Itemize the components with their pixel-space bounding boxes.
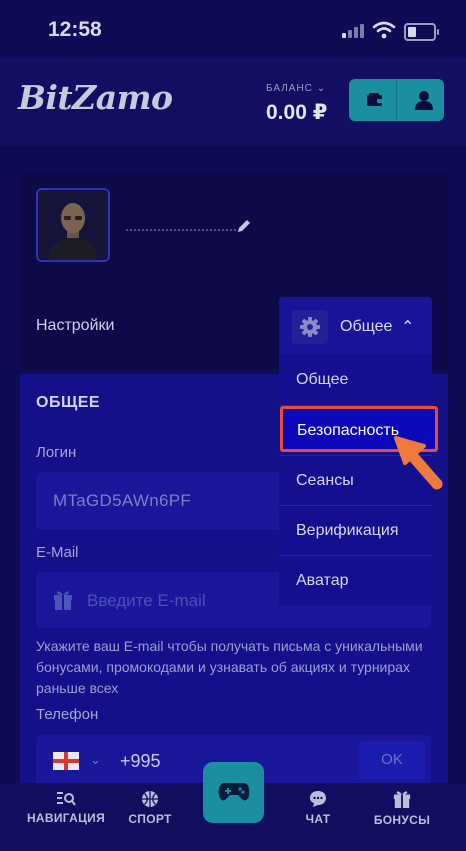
- dropdown-divider: [279, 505, 432, 506]
- gift-icon: [54, 591, 72, 610]
- dropdown-item-verification[interactable]: Верификация: [296, 522, 399, 540]
- user-icon[interactable]: [415, 90, 433, 110]
- avatar-image: [38, 190, 108, 260]
- app-header: BitZamo БАЛАНС ⌄ 0.00 ₽: [0, 58, 466, 146]
- dropdown-item-general[interactable]: Общее: [296, 371, 348, 389]
- nav-item-bonuses[interactable]: БОНУСЫ: [368, 783, 436, 827]
- wallet-icon[interactable]: [366, 92, 384, 108]
- status-bar: 12:58: [0, 0, 466, 58]
- dropdown-item-avatar[interactable]: Аватар: [296, 572, 348, 590]
- nav-label: ЧАТ: [305, 812, 331, 826]
- status-time: 12:58: [48, 18, 102, 41]
- basketball-icon: [142, 791, 158, 807]
- gift-icon: [393, 791, 411, 808]
- games-button[interactable]: [203, 762, 264, 823]
- navigation-icon: [57, 792, 76, 806]
- login-value: MTaGD5AWn6PF: [53, 491, 192, 510]
- balance-amount: 0.00 ₽: [266, 101, 328, 124]
- wifi-icon: [372, 21, 396, 39]
- brand-logo[interactable]: BitZamo: [18, 78, 173, 117]
- gamepad-icon: [218, 783, 250, 801]
- dropdown-selected: Общее: [340, 318, 393, 335]
- section-title: ОБЩЕЕ: [36, 394, 101, 411]
- phone-code: +995: [120, 751, 161, 771]
- nav-item-navigation[interactable]: НАВИГАЦИЯ: [22, 783, 110, 825]
- chevron-down-icon[interactable]: ⌄: [90, 752, 101, 768]
- gear-icon: [300, 317, 320, 337]
- dropdown-item-sessions[interactable]: Сеансы: [296, 472, 354, 490]
- nav-label: НАВИГАЦИЯ: [26, 811, 106, 825]
- ok-button[interactable]: OK: [359, 741, 425, 779]
- phone-label: Телефон: [36, 706, 99, 723]
- username-placeholder: [126, 229, 236, 234]
- edit-pencil-icon[interactable]: [235, 217, 253, 235]
- settings-label: Настройки: [36, 317, 115, 334]
- nav-item-chat[interactable]: ЧАТ: [294, 783, 342, 826]
- email-hint: Укажите ваш E-mail чтобы получать письма…: [36, 638, 423, 696]
- gear-icon-box: [292, 310, 328, 344]
- signal-icon: [342, 24, 366, 38]
- battery-icon: [404, 23, 439, 41]
- chevron-down-icon: ⌄: [316, 83, 327, 94]
- dropdown-divider: [279, 555, 432, 556]
- georgia-flag-icon[interactable]: [53, 752, 79, 770]
- nav-label: БОНУСЫ: [373, 813, 431, 827]
- email-placeholder: Введите E-mail: [87, 591, 206, 610]
- avatar[interactable]: [36, 188, 110, 262]
- login-label: Логин: [36, 444, 77, 461]
- header-actions: [349, 79, 444, 121]
- nav-item-sport[interactable]: СПОРТ: [118, 783, 182, 826]
- chevron-up-icon: ⌃: [401, 319, 415, 336]
- email-label: E-Mail: [36, 544, 79, 561]
- balance-label[interactable]: БАЛАНС ⌄: [266, 83, 326, 94]
- header-button-divider: [396, 79, 397, 121]
- nav-label: СПОРТ: [128, 812, 172, 826]
- chat-icon: [310, 791, 326, 807]
- dropdown-item-security-label: Безопасность: [297, 422, 400, 439]
- pointer-arrow-icon: [394, 436, 443, 490]
